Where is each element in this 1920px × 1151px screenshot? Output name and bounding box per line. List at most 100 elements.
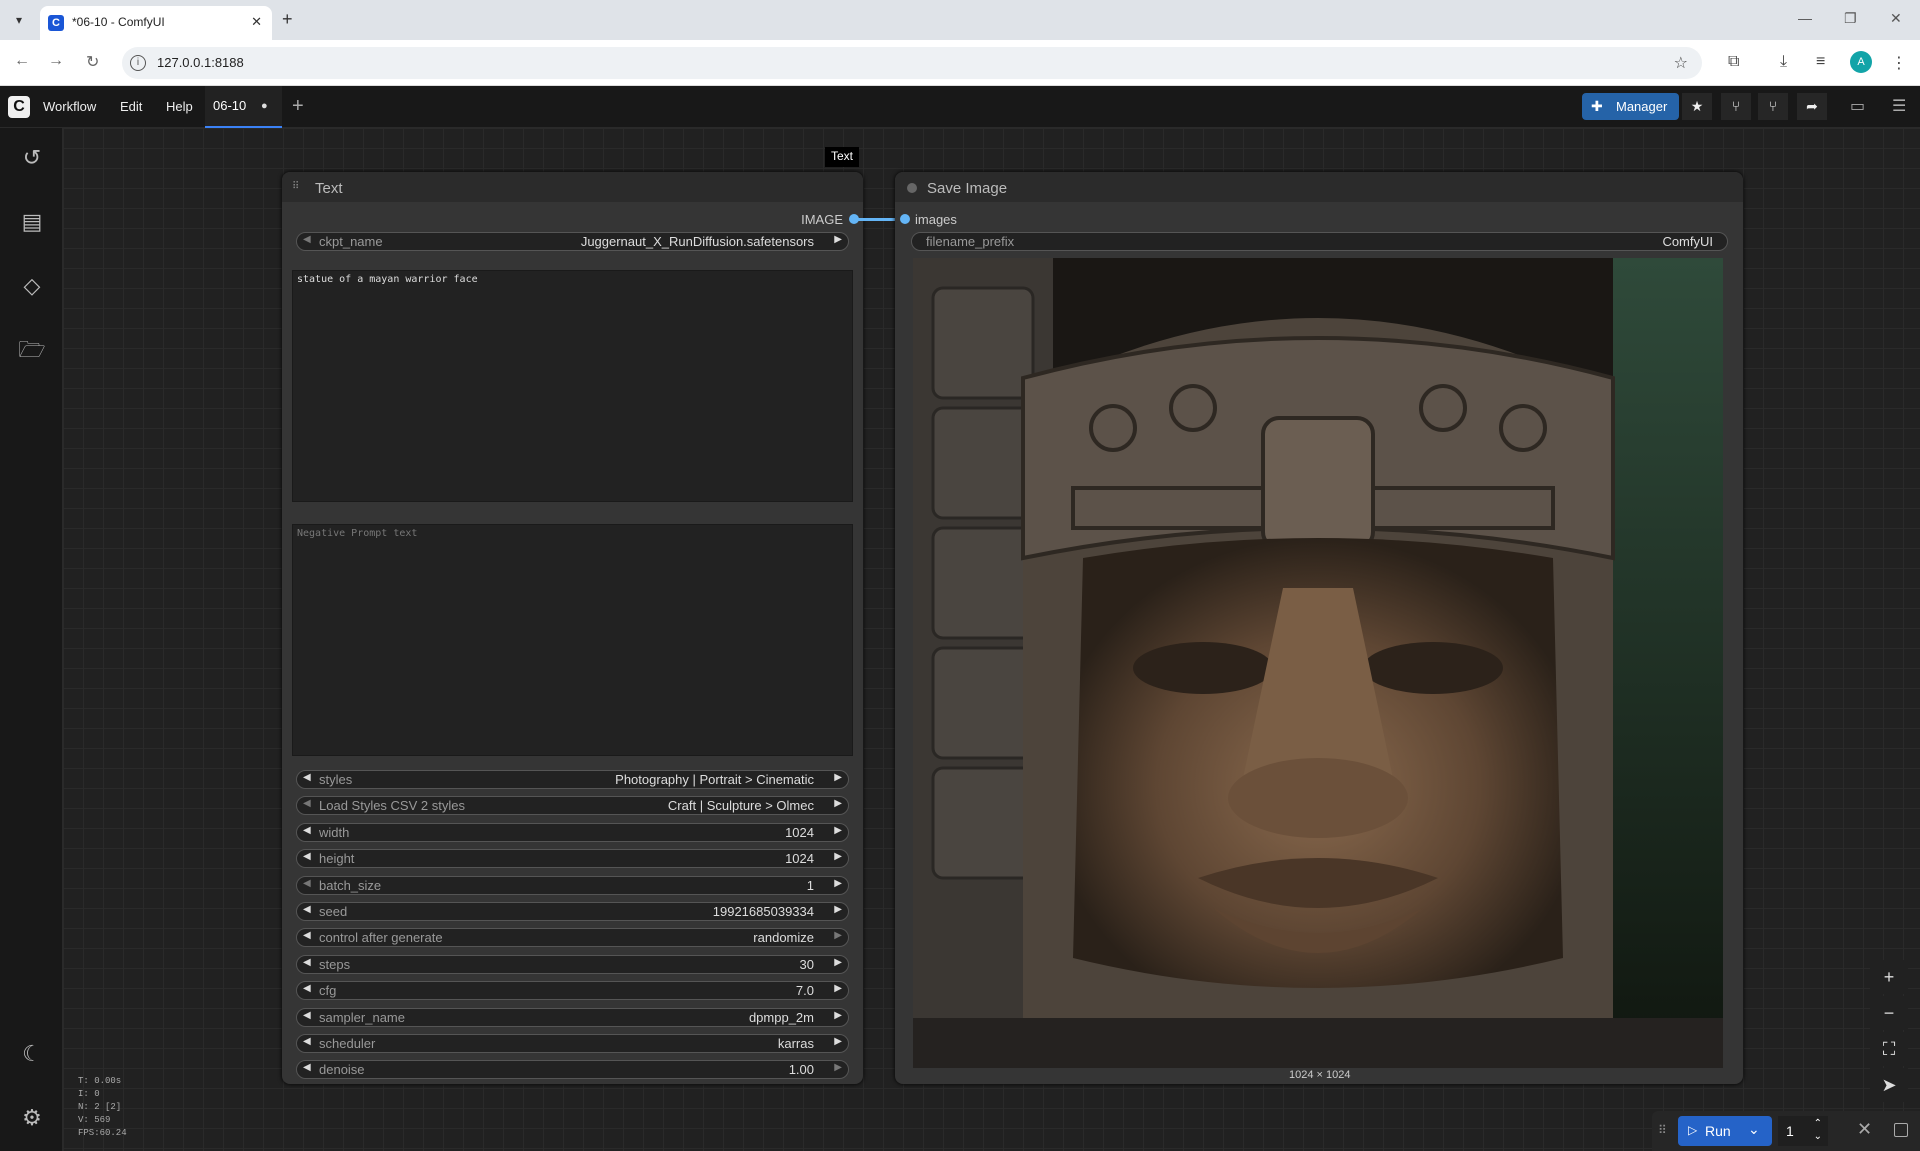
bookmark-star-icon[interactable]: ☆ — [1674, 53, 1688, 73]
decrement-arrow-icon[interactable]: ◀ — [303, 1036, 311, 1047]
manager-button[interactable]: ✚ Manager — [1582, 93, 1679, 120]
increment-arrow-icon[interactable]: ▶ — [834, 772, 842, 783]
decrement-arrow-icon[interactable]: ◀ — [303, 772, 311, 783]
site-info-icon[interactable]: i — [130, 55, 146, 71]
decrement-arrow-icon[interactable]: ◀ — [303, 957, 311, 968]
decrement-arrow-icon[interactable]: ◀ — [303, 983, 311, 994]
widget-row[interactable]: ◀ sampler_name dpmpp_2m ▶ — [296, 1007, 849, 1027]
decrement-arrow-icon[interactable]: ◀ — [303, 825, 311, 836]
panel-toggle-icon[interactable]: ▭ — [1850, 96, 1865, 116]
history-icon[interactable]: ↺ — [18, 144, 46, 172]
save-node-titlebar[interactable]: Save Image — [895, 172, 1743, 202]
hamburger-menu-icon[interactable]: ☰ — [1892, 96, 1906, 116]
address-bar[interactable]: i 127.0.0.1:8188 ☆ — [122, 47, 1702, 79]
back-icon[interactable]: ← — [14, 52, 30, 70]
decrement-arrow-icon[interactable]: ◀ — [303, 851, 311, 862]
decrement-arrow-icon[interactable]: ◀ — [303, 1062, 311, 1073]
increment-icon[interactable]: ⌃ — [1814, 1118, 1822, 1129]
drag-grip-icon[interactable]: ⠿ — [292, 181, 299, 192]
menu-workflow[interactable]: Workflow — [43, 99, 96, 114]
browser-menu-icon[interactable]: ⋮ — [1891, 53, 1907, 73]
drag-handle-icon[interactable]: ⠿ — [1658, 1123, 1667, 1137]
increment-arrow-icon[interactable]: ▶ — [834, 983, 842, 994]
widget-row[interactable]: ◀ styles Photography | Portrait > Cinemati… — [296, 770, 849, 789]
decrement-arrow-icon[interactable]: ◀ — [303, 878, 311, 889]
workflows-icon[interactable]: 🗁 — [18, 336, 46, 364]
positive-prompt-textarea[interactable]: statue of a mayan warrior face — [292, 270, 853, 502]
decrement-arrow-icon[interactable]: ◀ — [303, 930, 311, 941]
cancel-icon[interactable]: ✕ — [1857, 1119, 1872, 1140]
tab-search-icon[interactable]: ▾ — [8, 9, 30, 31]
node-library-icon[interactable]: ▤ — [18, 208, 46, 236]
workflow-tab[interactable]: 06-10 ● — [205, 86, 282, 128]
increment-arrow-icon[interactable]: ▶ — [834, 825, 842, 836]
collapse-dot-icon[interactable] — [907, 183, 917, 193]
widget-row[interactable]: ◀ control after generate randomize ▶ — [296, 928, 849, 948]
url-text[interactable]: 127.0.0.1:8188 — [157, 55, 244, 70]
images-input-port[interactable] — [900, 214, 910, 224]
widget-row[interactable]: ◀ Load Styles CSV 2 styles Craft | Sculptu… — [296, 796, 849, 816]
filename-prefix-widget[interactable]: filename_prefix ComfyUI — [911, 232, 1728, 251]
star-icon[interactable]: ★ — [1682, 93, 1712, 120]
text-node-titlebar[interactable]: ⠿ Text — [282, 172, 863, 202]
forward-icon[interactable]: → — [48, 52, 64, 70]
minimize-icon[interactable]: — — [1798, 10, 1812, 26]
new-tab-icon[interactable]: + — [282, 9, 293, 30]
decrement-arrow-icon[interactable]: ◀ — [303, 234, 311, 245]
downloads-icon[interactable]: ⤓ — [1780, 53, 1787, 71]
settings-icon[interactable]: ⚙ — [18, 1104, 46, 1132]
increment-arrow-icon[interactable]: ▶ — [834, 1036, 842, 1047]
add-workflow-icon[interactable]: + — [292, 95, 304, 118]
increment-arrow-icon[interactable]: ▶ — [834, 1062, 842, 1073]
negative-prompt-textarea[interactable]: Negative Prompt text — [292, 524, 853, 756]
decrement-arrow-icon[interactable]: ◀ — [303, 1010, 311, 1021]
model-library-icon[interactable]: ◇ — [18, 272, 46, 300]
widget-row[interactable]: ◀ seed 19921685039334 ▶ — [296, 902, 849, 921]
zoom-out-icon[interactable]: − — [1870, 996, 1908, 1030]
comfyui-logo[interactable]: C — [8, 96, 30, 118]
batch-count-input[interactable]: 1 ⌃ ⌄ — [1778, 1116, 1828, 1146]
close-tab-icon[interactable]: ✕ — [251, 14, 262, 30]
zoom-in-icon[interactable]: + — [1870, 960, 1908, 994]
decrement-arrow-icon[interactable]: ◀ — [303, 904, 311, 915]
decrement-icon[interactable]: ⌄ — [1814, 1131, 1822, 1142]
batch-count-value[interactable]: 1 — [1786, 1123, 1794, 1139]
queue-panel-icon[interactable] — [1894, 1123, 1908, 1137]
increment-arrow-icon[interactable]: ▶ — [834, 878, 842, 889]
media-icon[interactable]: ≡ — [1816, 53, 1825, 71]
menu-edit[interactable]: Edit — [120, 99, 142, 114]
increment-arrow-icon[interactable]: ▶ — [834, 1010, 842, 1021]
widget-row[interactable]: ◀ denoise 1.00 ▶ — [296, 1060, 849, 1080]
ckpt-name-widget[interactable]: ◀ ckpt_name Juggernaut_X_RunDiffusion.sa… — [296, 232, 849, 251]
increment-arrow-icon[interactable]: ▶ — [834, 798, 842, 809]
menu-help[interactable]: Help — [166, 99, 193, 114]
increment-arrow-icon[interactable]: ▶ — [834, 904, 842, 915]
extensions-icon[interactable]: ⧉ — [1728, 53, 1739, 71]
share-icon[interactable]: ➦ — [1797, 93, 1827, 120]
fork-icon-2[interactable]: ⑂ — [1758, 93, 1788, 120]
widget-row[interactable]: ◀ steps 30 ▶ — [296, 954, 849, 974]
theme-toggle-icon[interactable]: ☾ — [18, 1040, 46, 1068]
restore-icon[interactable]: ❐ — [1844, 10, 1857, 27]
browser-tab[interactable]: C *06-10 - ComfyUI ✕ — [40, 6, 272, 40]
widget-row[interactable]: ◀ cfg 7.0 ▶ — [296, 981, 849, 1001]
widget-row[interactable]: ◀ batch_size 1 ▶ — [296, 875, 849, 895]
increment-arrow-icon[interactable]: ▶ — [834, 957, 842, 968]
run-options-chevron-icon[interactable]: ⌄ — [1748, 1121, 1760, 1138]
pointer-mode-icon[interactable]: ➤ — [1870, 1068, 1908, 1102]
run-button[interactable]: ▷ Run ⌄ — [1678, 1116, 1772, 1146]
widget-row[interactable]: ◀ scheduler karras ▶ — [296, 1034, 849, 1053]
close-window-icon[interactable]: ✕ — [1890, 10, 1902, 27]
decrement-arrow-icon[interactable]: ◀ — [303, 798, 311, 809]
fit-view-icon[interactable]: ⛶ — [1870, 1032, 1908, 1066]
widget-row[interactable]: ◀ height 1024 ▶ — [296, 849, 849, 869]
increment-arrow-icon[interactable]: ▶ — [834, 930, 842, 941]
increment-arrow-icon[interactable]: ▶ — [834, 234, 842, 245]
profile-avatar[interactable]: A — [1850, 51, 1872, 73]
generated-image-preview[interactable] — [913, 258, 1723, 1068]
widget-row[interactable]: ◀ width 1024 ▶ — [296, 822, 849, 842]
fork-icon-1[interactable]: ⑂ — [1721, 93, 1751, 120]
text-node[interactable]: ⠿ Text IMAGE ◀ ckpt_name Juggernaut_X_Ru… — [282, 172, 863, 1084]
reload-icon[interactable]: ↻ — [86, 52, 99, 72]
increment-arrow-icon[interactable]: ▶ — [834, 851, 842, 862]
